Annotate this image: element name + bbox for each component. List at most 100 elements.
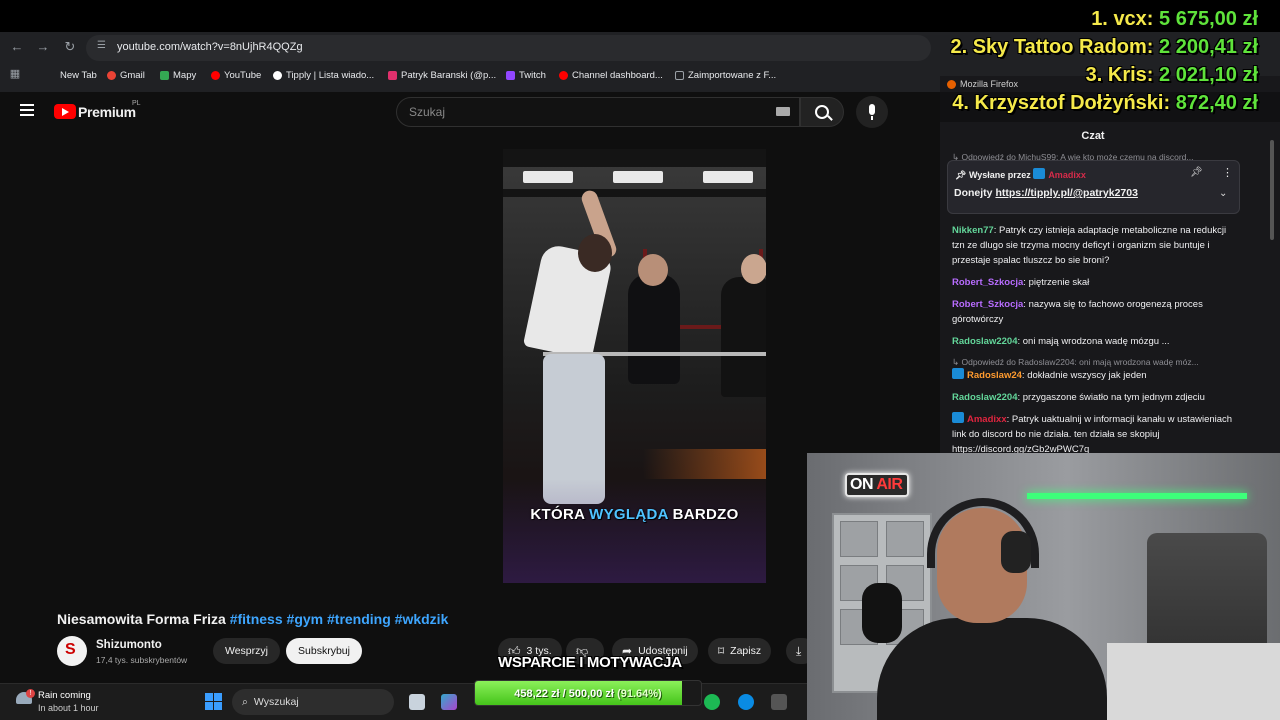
- bookmark-mapy[interactable]: Mapy: [160, 67, 196, 83]
- weather-subtitle[interactable]: In about 1 hour: [38, 703, 99, 713]
- video-subtitle: KTÓRA WYGLĄDA BARDZO: [503, 506, 766, 523]
- subscriber-badge-icon: [952, 412, 964, 423]
- apps-grid-icon[interactable]: ▦: [6, 67, 24, 80]
- calculator-icon[interactable]: [771, 694, 787, 710]
- weather-alert-badge: !: [26, 689, 35, 698]
- more-options-icon[interactable]: ⋮: [1222, 166, 1233, 179]
- donor-rank: 4.: [952, 92, 969, 114]
- headphone-earcup: [1001, 531, 1031, 573]
- bookmark-label: Twitch: [519, 69, 546, 81]
- goal-title: WSPARCIE I MOTYWACJA: [498, 654, 682, 671]
- forward-icon[interactable]: →: [34, 39, 52, 54]
- subscribe-button[interactable]: Subskrybuj: [286, 638, 362, 664]
- bookmark-youtube[interactable]: YouTube: [211, 67, 261, 83]
- skype-icon[interactable]: [738, 694, 754, 710]
- keyboard-icon[interactable]: [776, 107, 790, 116]
- chat-message: Amadixx: Patryk uaktualnij w informacji …: [952, 412, 1233, 455]
- windows-start-icon[interactable]: [205, 693, 222, 710]
- save-button[interactable]: ⌑ Zapisz: [708, 638, 772, 664]
- back-icon[interactable]: ←: [8, 39, 26, 54]
- chat-username[interactable]: Radoslaw24: [967, 370, 1022, 381]
- hamburger-menu-icon[interactable]: [20, 104, 34, 116]
- weather-title[interactable]: Rain coming: [38, 690, 91, 701]
- chat-text: dokładnie wszyscy jak jeden: [1027, 370, 1147, 381]
- reload-icon[interactable]: ↻: [61, 39, 79, 55]
- voice-search-button[interactable]: [856, 96, 888, 128]
- chat-username[interactable]: Nikken77: [952, 225, 994, 236]
- youtube-brand[interactable]: Premium: [78, 104, 136, 120]
- pinned-text: Donejty https://tipply.pl/@patryk2703: [954, 187, 1138, 199]
- chat-username[interactable]: Amadixx: [967, 414, 1007, 425]
- hashtag-link[interactable]: #fitness: [230, 611, 283, 627]
- bookmark-gmail[interactable]: Gmail: [107, 67, 145, 83]
- orange-glow: [643, 449, 766, 479]
- channel-avatar[interactable]: [57, 636, 87, 666]
- on-air-sign: ON AIR: [845, 473, 909, 497]
- bookmark-tipply[interactable]: Tipply | Lista wiado...: [273, 67, 374, 83]
- pinned-by-user[interactable]: Amadixx: [1048, 170, 1086, 180]
- channel-name[interactable]: Shizumonto: [96, 639, 162, 651]
- chat-text: oni mają wrodzona wadę mózgu ...: [1022, 336, 1170, 347]
- bookmark-channel-dashboard[interactable]: Channel dashboard...: [559, 67, 663, 83]
- download-icon: ⤓: [796, 643, 802, 658]
- bookmark-twitch[interactable]: Twitch: [506, 67, 546, 83]
- video-title-text: Niesamowita Forma Friza: [57, 611, 226, 627]
- goal-progress-text: 458,22 zł / 500,00 zł (91.64%): [514, 688, 662, 700]
- donor-entry: 2. Sky Tattoo Radom: 2 200,41 zł: [950, 36, 1258, 59]
- subscriber-count: 17,4 tys. subskrybentów: [96, 655, 188, 665]
- taskbar-search[interactable]: ⌕ Wyszukaj: [232, 689, 394, 715]
- youtube-icon: [211, 70, 220, 80]
- subtitle-word: BARDZO: [672, 506, 739, 523]
- chat-scrollbar[interactable]: [1270, 140, 1274, 240]
- streamer-body: [877, 618, 1107, 720]
- donor-amount: 2 200,41 zł: [1159, 36, 1258, 58]
- firefox-icon: [947, 79, 956, 89]
- support-button[interactable]: Wesprzyj: [213, 638, 280, 664]
- youtube-logo-icon[interactable]: [54, 104, 76, 119]
- tipply-icon: [273, 70, 282, 80]
- spotify-icon[interactable]: [704, 694, 720, 710]
- ceiling-light: [703, 171, 753, 183]
- chat-username[interactable]: Radoslaw2204: [952, 336, 1017, 347]
- donor-rank: 1.: [1091, 8, 1108, 30]
- task-view-icon[interactable]: [409, 694, 425, 710]
- purple-glow: [503, 479, 766, 583]
- seated-person-head: [638, 254, 668, 286]
- bookmark-folder-imported[interactable]: Zaimportowane z F...: [675, 67, 776, 83]
- bookmark-new-tab[interactable]: New Tab: [60, 67, 97, 83]
- hashtag-link[interactable]: #trending: [327, 611, 391, 627]
- bookmark-icon: ⌑: [718, 644, 725, 658]
- hashtag-link[interactable]: #wkdzik: [395, 611, 449, 627]
- donor-entry: 3. Kris: 2 021,10 zł: [1086, 64, 1258, 87]
- search-input[interactable]: [397, 98, 757, 126]
- pin-icon[interactable]: 📌︎: [1190, 167, 1203, 178]
- chat-message: Robert_Szkocja: nazywa się to fachowo or…: [952, 299, 1203, 325]
- donor-rank: 3.: [1085, 64, 1103, 86]
- chat-username[interactable]: Robert_Szkocja: [952, 299, 1023, 310]
- hashtag-link[interactable]: #gym: [287, 611, 324, 627]
- donor-name: vcx:: [1113, 8, 1154, 30]
- ceiling-beam: [503, 189, 766, 197]
- chat-username[interactable]: Radoslaw2204: [952, 392, 1017, 403]
- twitch-icon: [506, 70, 515, 80]
- site-info-icon[interactable]: ☰: [97, 40, 107, 52]
- bookmark-label: New Tab: [60, 69, 97, 81]
- donor-amount: 5 675,00 zł: [1159, 8, 1258, 30]
- subscriber-badge-icon: [952, 368, 964, 379]
- url-text[interactable]: youtube.com/watch?v=8nUjhR4QQZg: [117, 41, 303, 53]
- video-player[interactable]: KTÓRA WYGLĄDA BARDZO: [503, 149, 766, 583]
- search-box[interactable]: [396, 97, 800, 127]
- search-button[interactable]: [800, 97, 844, 127]
- chevron-down-icon[interactable]: ⌄: [1219, 188, 1227, 199]
- chat-username[interactable]: Robert_Szkocja: [952, 277, 1023, 288]
- video-title: Niesamowita Forma Friza #fitness #gym #t…: [57, 611, 448, 627]
- chat-text: Patryk czy istnieja adaptacje metabolicz…: [952, 225, 1227, 266]
- copilot-icon[interactable]: [441, 694, 457, 710]
- bookmark-instagram[interactable]: Patryk Baranski (@p...: [388, 67, 496, 83]
- chat-message: Radoslaw2204: przygaszone światło na tym…: [952, 392, 1205, 403]
- goal-current: 458,22 zł: [514, 688, 560, 700]
- pinned-by-label: Wysłane przez: [968, 170, 1031, 180]
- donor-amount: 2 021,10 zł: [1159, 64, 1258, 86]
- pinned-link[interactable]: https://tipply.pl/@patryk2703: [995, 187, 1138, 199]
- chat-title: Czat: [1081, 130, 1105, 142]
